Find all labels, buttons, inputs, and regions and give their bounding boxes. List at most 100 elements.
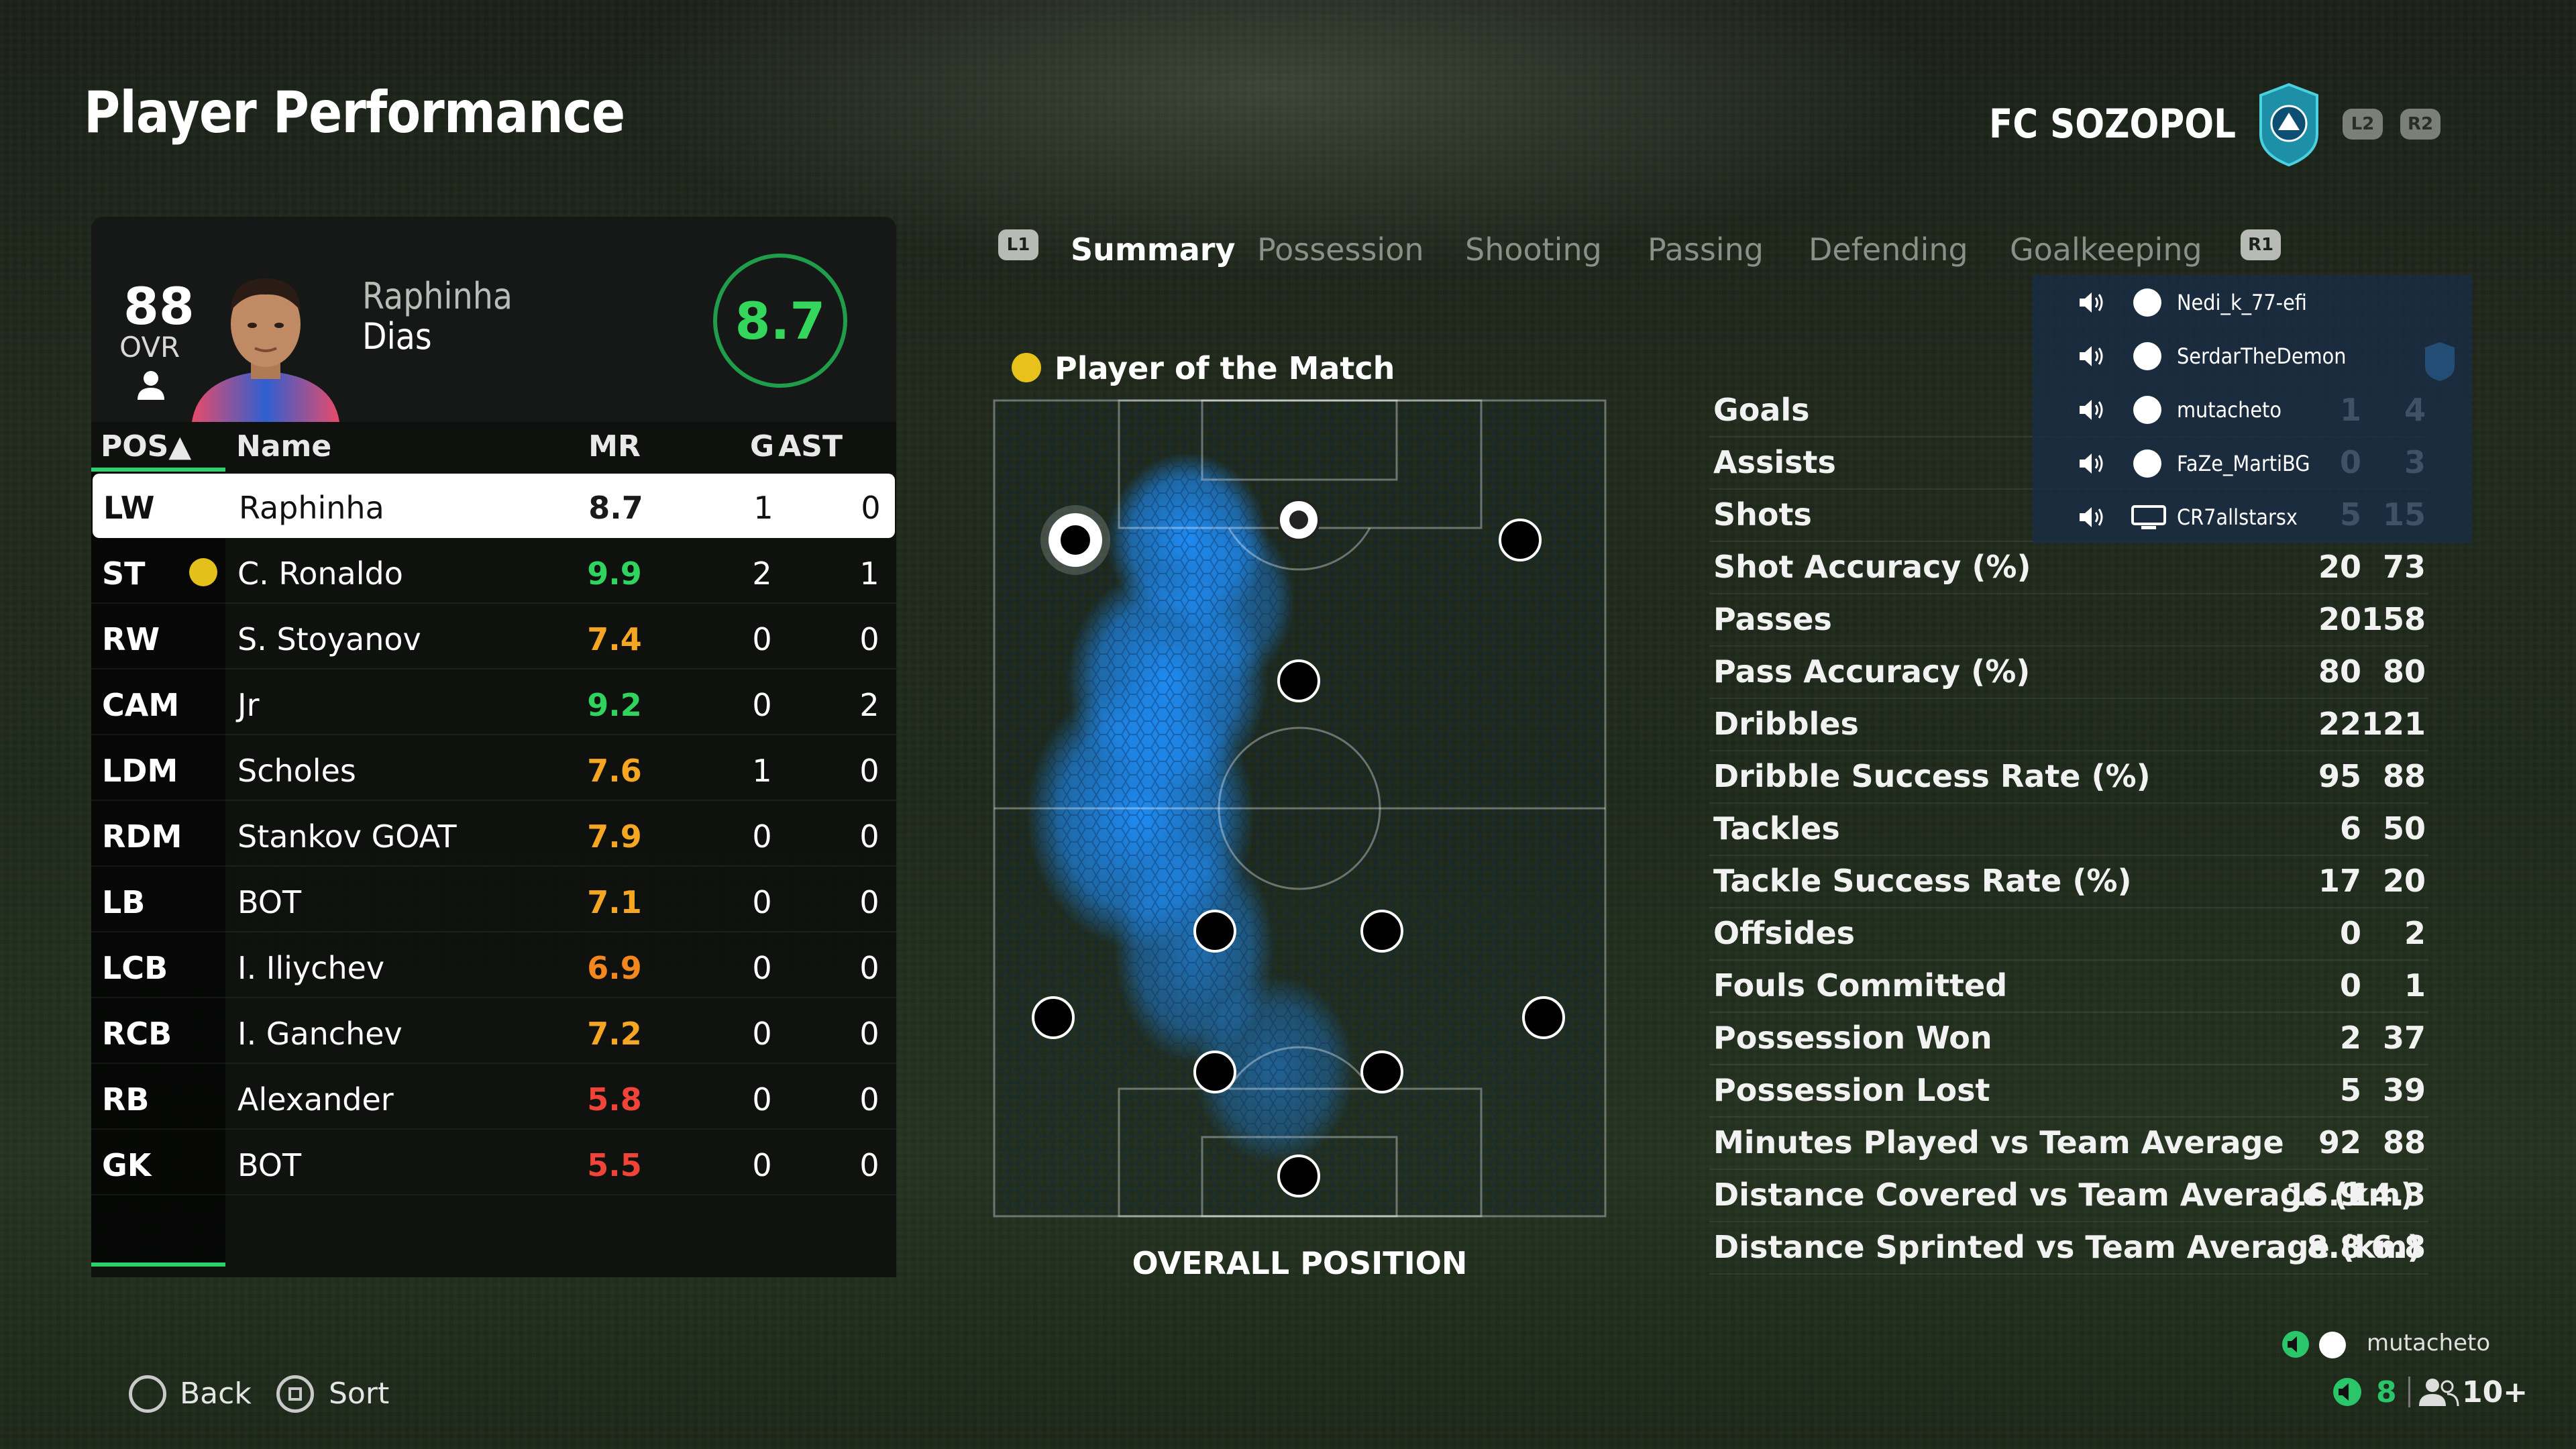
overall-position-caption: OVERALL POSITION [1132,1245,1468,1281]
friends-count: 10+ [2462,1375,2528,1409]
table-row[interactable]: CAM Jr 9.2 0 2 [91,671,896,735]
header-ast[interactable]: AST [775,429,843,464]
voice-count-icon [2333,1378,2361,1406]
row-goals: 0 [752,687,772,723]
table-row[interactable]: ST C. Ronaldo 9.9 2 1 [91,539,896,604]
person-icon [138,371,164,400]
row-match-rating: 7.6 [587,753,642,789]
table-row[interactable]: RB Alexander 5.8 0 0 [91,1065,896,1130]
stat-label: Possession Won [1713,1020,1992,1056]
stat-label: Offsides [1713,915,1856,951]
stat-label: Dribble Success Rate (%) [1713,758,2151,794]
tab-goalkeeping[interactable]: Goalkeeping [2010,231,2202,268]
row-position: LDM [102,753,178,789]
table-row[interactable]: LB BOT 7.1 0 0 [91,868,896,932]
table-row[interactable]: LW Raphinha 8.7 1 0 [93,474,895,538]
row-goals: 2 [752,555,772,592]
row-assists: 0 [859,950,879,986]
table-row[interactable]: RCB I. Ganchev 7.2 0 0 [91,1000,896,1064]
circle-button-icon[interactable] [129,1375,166,1413]
stat-row: Passes 20 158 [1709,594,2428,647]
stat-player-value: 0 [2339,915,2361,951]
square-button-icon[interactable] [276,1375,314,1413]
stat-label: Passes [1713,601,1832,637]
row-match-rating: 6.9 [587,950,642,986]
row-position: LB [102,884,146,920]
stat-row: Minutes Played vs Team Average 92 88 [1709,1118,2428,1170]
row-assists: 0 [859,884,879,920]
stat-player-value: 80 [2318,653,2361,690]
stat-row: Fouls Committed 0 1 [1709,961,2428,1013]
table-row[interactable]: GK BOT 5.5 0 0 [91,1131,896,1195]
stat-team-value: 80 [2382,653,2426,690]
stat-label: Dribbles [1713,706,1859,742]
stat-team-value: 73 [2382,549,2426,585]
stat-label: Shot Accuracy (%) [1713,549,2031,585]
playstation-icon [2133,449,2161,478]
potm-label: Player of the Match [1055,350,1395,386]
stat-player-value: 8.8 [2306,1229,2362,1265]
header-name[interactable]: Name [236,429,331,464]
club-crest-icon [2259,83,2318,167]
stat-row: Tackles 6 50 [1709,804,2428,856]
page-title: Player Performance [84,79,625,146]
stat-team-value: 88 [2382,758,2426,794]
header-pos[interactable]: POS▲ [101,429,191,464]
stat-row: Distance Covered vs Team Average (km) 16.… [1709,1170,2428,1222]
speaker-icon [2080,400,2103,420]
row-goals: 0 [752,621,772,657]
party-member: Nedi_k_77-efi [2033,275,2472,329]
sort-button[interactable]: Sort [329,1377,389,1411]
stat-row: Offsides 0 2 [1709,908,2428,961]
table-row[interactable]: LDM Scholes 7.6 1 0 [91,737,896,801]
stat-team-value: 6.8 [2371,1229,2426,1265]
row-player-name: BOT [237,884,302,920]
party-member-name: CR7allstarsx [2177,504,2298,530]
tab-shooting[interactable]: Shooting [1465,231,1602,268]
back-button[interactable]: Back [180,1377,252,1411]
player-first-name: Raphinha [362,275,513,317]
playstation-icon [2133,396,2161,424]
club-name: FC SOZOPOL [1989,101,2236,148]
stat-player-value: 5 [2339,1072,2361,1108]
row-goals: 0 [752,818,772,855]
stat-row: Pass Accuracy (%) 80 80 [1709,647,2428,699]
tab-summary[interactable]: Summary [1071,231,1235,268]
stat-team-value: 50 [2382,810,2426,847]
row-position: RDM [102,818,182,855]
friends-icon [2419,1379,2459,1407]
table-row[interactable]: LCB I. Iliychev 6.9 0 0 [91,934,896,998]
row-match-rating: 7.1 [587,884,642,920]
stat-player-value: 20 [2318,549,2361,585]
row-match-rating: 9.9 [587,555,642,592]
r1-button[interactable]: R1 [2241,229,2281,260]
potm-ball-icon [189,558,217,586]
r2-button[interactable]: R2 [2400,109,2440,140]
tab-passing[interactable]: Passing [1648,231,1764,268]
ovr-label: OVR [119,331,180,364]
l2-button[interactable]: L2 [2343,109,2383,140]
l1-button[interactable]: L1 [998,229,1038,260]
row-goals: 0 [752,884,772,920]
stat-label: Pass Accuracy (%) [1713,653,2031,690]
row-goals: 0 [752,1147,772,1183]
stat-player-value: 0 [2339,967,2361,1004]
stat-team-value: 2 [2404,915,2426,951]
table-row[interactable]: RW S. Stoyanov 7.4 0 0 [91,605,896,669]
playstation-icon [2133,342,2161,370]
header-mr[interactable]: MR [574,429,655,464]
stat-team-value: 37 [2382,1020,2426,1056]
row-player-name: S. Stoyanov [237,621,421,657]
tab-possession[interactable]: Possession [1257,231,1424,268]
divider [2408,1377,2410,1407]
stat-label: Possession Lost [1713,1072,1990,1108]
speaker-icon [2080,346,2103,366]
tab-defending[interactable]: Defending [1809,231,1968,268]
table-row[interactable]: RDM Stankov GOAT 7.9 0 0 [91,802,896,867]
row-player-name: Jr [237,687,260,723]
stat-row: Possession Lost 5 39 [1709,1065,2428,1118]
stat-team-value: 20 [2382,863,2426,899]
party-overlay: Nedi_k_77-efi SerdarTheDemon mutacheto F… [2033,275,2472,543]
player-portrait [192,278,339,422]
row-position: RB [102,1081,150,1118]
